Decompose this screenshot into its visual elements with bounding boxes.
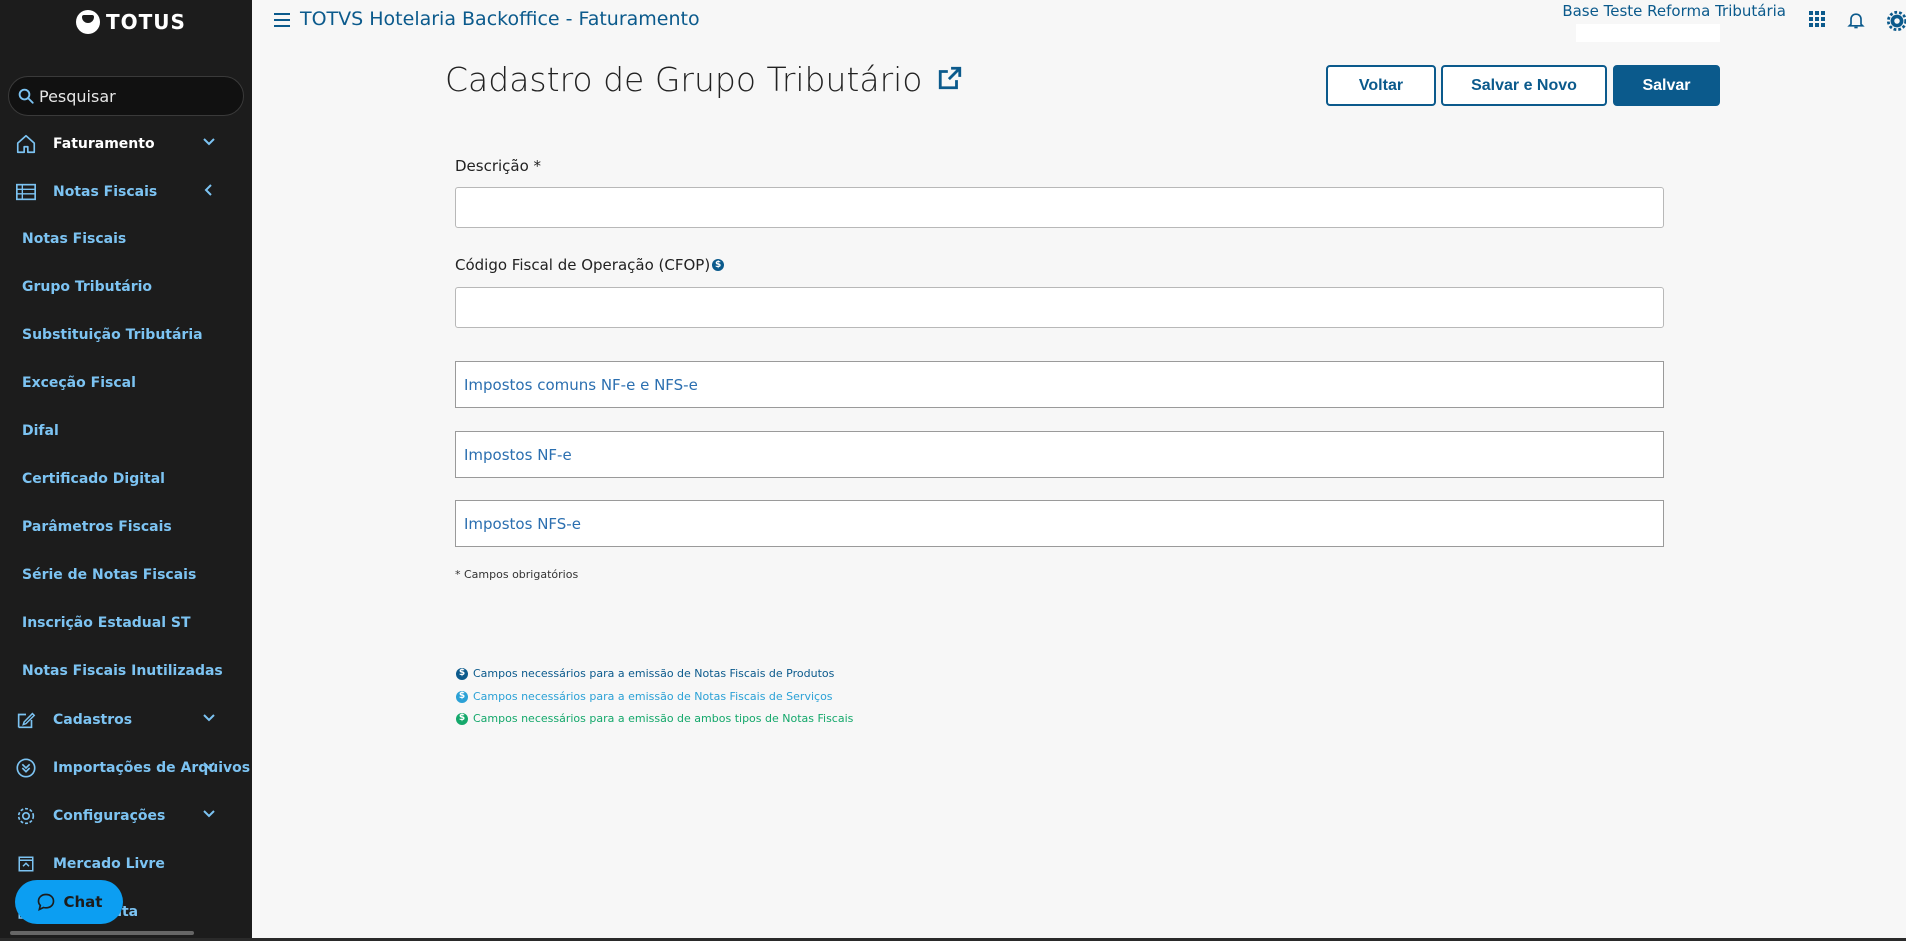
service-dollar-icon: $ <box>456 690 468 703</box>
edit-icon <box>14 708 38 732</box>
legend-text: Campos necessários para a emissão de Not… <box>473 667 835 680</box>
invoice-list-icon <box>14 180 38 204</box>
sidebar-item-faturamento[interactable]: Faturamento <box>0 122 252 166</box>
chat-label: Chat <box>63 893 103 911</box>
chat-button[interactable]: Chat <box>15 880 123 924</box>
sidebar-item-label: Notas Fiscais <box>53 184 158 200</box>
chevron-down-icon <box>202 711 216 729</box>
panel-impostos-nfse[interactable]: Impostos NFS-e <box>455 500 1664 547</box>
submenu-notas-fiscais[interactable]: Notas Fiscais <box>22 231 126 247</box>
chevron-down-icon <box>202 759 216 777</box>
sidebar: TOTUS Faturamento Notas Fiscais Notas Fi… <box>0 0 252 941</box>
cfop-label-text: Código Fiscal de Operação (CFOP) <box>455 256 711 274</box>
sidebar-item-label: Cadastros <box>53 712 133 728</box>
totvs-logo[interactable]: TOTUS <box>76 10 186 34</box>
settings-gear-icon[interactable] <box>1886 10 1906 36</box>
sidebar-item-label: Faturamento <box>53 136 155 152</box>
submenu-parametros-fiscais[interactable]: Parâmetros Fiscais <box>22 519 172 535</box>
chevrons-down-circle-icon <box>14 756 38 780</box>
legend-products: $ Campos necessários para a emissão de N… <box>456 667 834 680</box>
bell-icon[interactable] <box>1846 10 1866 34</box>
totvs-logo-icon <box>76 10 100 34</box>
product-invoice-dollar-icon: $ <box>712 259 725 271</box>
sidebar-item-notas-fiscais[interactable]: Notas Fiscais <box>0 170 252 214</box>
sidebar-scrollbar[interactable] <box>10 931 194 935</box>
descricao-input[interactable] <box>455 187 1664 228</box>
chevron-down-icon <box>202 135 216 153</box>
sidebar-item-cadastros[interactable]: Cadastros <box>0 698 252 742</box>
save-and-new-button[interactable]: Salvar e Novo <box>1441 65 1607 106</box>
panel-title: Impostos NF-e <box>464 445 572 464</box>
app-title: TOTVS Hotelaria Backoffice - Faturamento <box>300 8 700 30</box>
chevron-left-icon <box>202 183 216 201</box>
descricao-label-text: Descrição * <box>455 157 542 175</box>
back-button[interactable]: Voltar <box>1326 65 1436 106</box>
tenant-selector[interactable]: Base Teste Reforma Tributária <box>1562 2 1786 20</box>
panel-impostos-comuns[interactable]: Impostos comuns NF-e e NFS-e <box>455 361 1664 408</box>
descricao-label: Descrição * <box>455 157 541 175</box>
sidebar-item-label: Importações de Arquivos <box>53 760 251 776</box>
external-link-icon[interactable] <box>937 60 963 99</box>
search-input[interactable] <box>39 86 229 106</box>
cfop-label: Código Fiscal de Operação (CFOP) $ <box>455 256 725 274</box>
submenu-difal[interactable]: Difal <box>22 423 59 439</box>
upload-box-icon <box>14 852 38 876</box>
legend-both: $ Campos necessários para a emissão de a… <box>456 712 853 725</box>
required-fields-note: * Campos obrigatórios <box>455 568 579 581</box>
submenu-serie-notas-fiscais[interactable]: Série de Notas Fiscais <box>22 567 196 583</box>
save-button[interactable]: Salvar <box>1613 65 1720 106</box>
cfop-input[interactable] <box>455 287 1664 328</box>
chat-bubble-icon <box>37 893 54 912</box>
submenu-notas-fiscais-inutilizadas[interactable]: Notas Fiscais Inutilizadas <box>22 663 223 679</box>
panel-title: Impostos comuns NF-e e NFS-e <box>464 375 698 394</box>
submenu-excecao-fiscal[interactable]: Exceção Fiscal <box>22 375 136 391</box>
sidebar-item-configuracoes[interactable]: Configurações <box>0 794 252 838</box>
legend-text: Campos necessários para a emissão de amb… <box>473 712 854 725</box>
submenu-substituicao-tributaria[interactable]: Substituição Tributária <box>22 327 203 343</box>
panel-title: Impostos NFS-e <box>464 514 581 533</box>
page-title: Cadastro de Grupo Tributário <box>445 60 963 99</box>
legend-text: Campos necessários para a emissão de Not… <box>473 690 833 703</box>
home-icon <box>14 132 38 156</box>
submenu-certificado-digital[interactable]: Certificado Digital <box>22 471 165 487</box>
sidebar-item-label: Configurações <box>53 808 166 824</box>
tenant-underline-box <box>1576 24 1720 42</box>
page-title-text: Cadastro de Grupo Tributário <box>445 60 923 99</box>
product-dollar-icon: $ <box>456 667 468 680</box>
hamburger-menu-icon[interactable] <box>272 10 292 34</box>
top-header: TOTVS Hotelaria Backoffice - Faturamento… <box>252 0 1906 42</box>
apps-grid-icon[interactable] <box>1808 10 1826 32</box>
logo-text: TOTUS <box>106 10 186 34</box>
panel-impostos-nfe[interactable]: Impostos NF-e <box>455 431 1664 478</box>
submenu-inscricao-estadual-st[interactable]: Inscrição Estadual ST <box>22 615 191 631</box>
search-icon <box>18 88 34 104</box>
legend-services: $ Campos necessários para a emissão de N… <box>456 690 833 703</box>
both-dollar-icon: $ <box>456 712 468 725</box>
gear-icon <box>14 804 38 828</box>
chevron-down-icon <box>202 807 216 825</box>
sidebar-item-label: Mercado Livre <box>53 856 165 872</box>
sidebar-search <box>8 76 244 116</box>
submenu-grupo-tributario[interactable]: Grupo Tributário <box>22 279 152 295</box>
sidebar-item-importacoes[interactable]: Importações de Arquivos <box>0 746 252 790</box>
